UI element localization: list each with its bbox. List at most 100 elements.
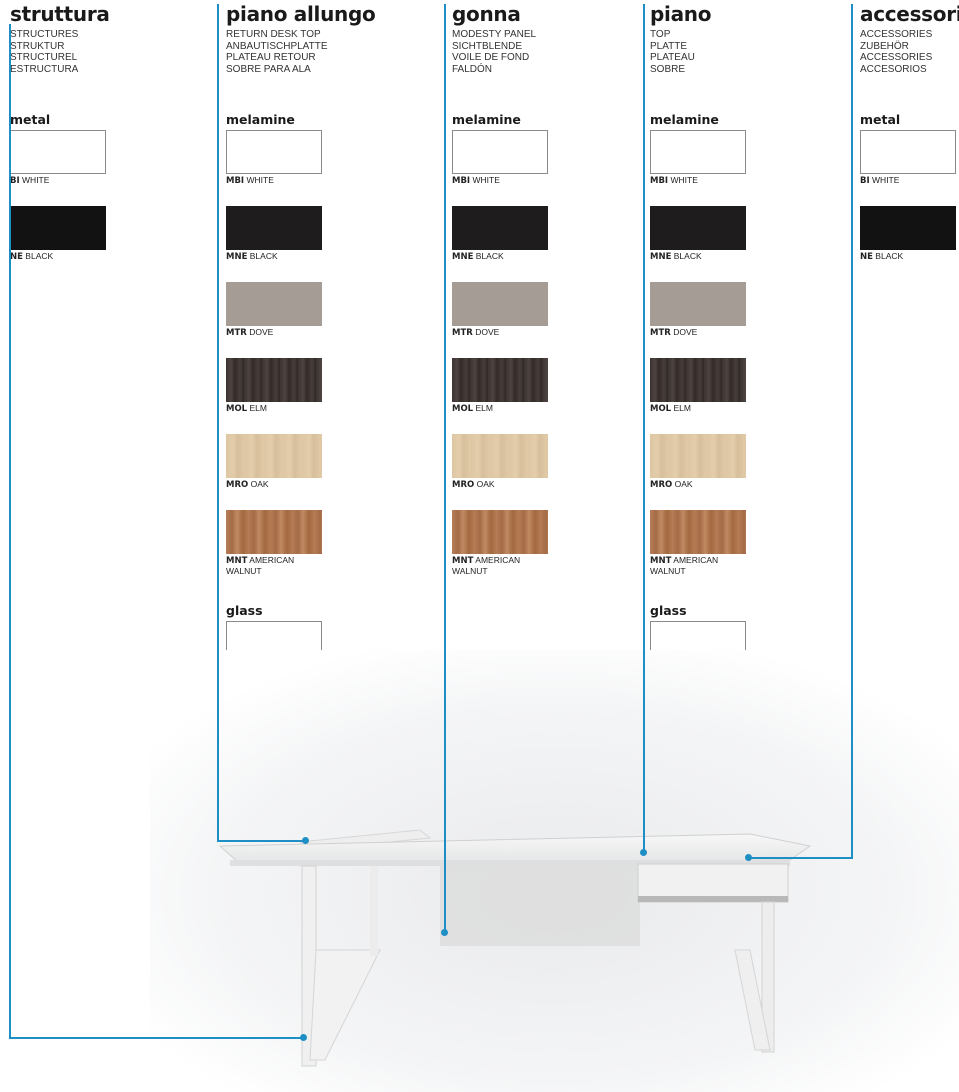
column-title: piano (650, 2, 712, 26)
swatch-name: DOVE (475, 327, 500, 337)
column-translations: RETURN DESK TOP ANBAUTISCHPLATTE PLATEAU R… (226, 29, 416, 75)
swatch-item[interactable]: MBI WHITE (650, 130, 750, 187)
hotspot-struttura[interactable] (300, 1034, 307, 1041)
translation-label: STRUKTUR (10, 40, 65, 52)
connector-gonna (444, 4, 446, 933)
swatch-item[interactable]: MNE BLACK (452, 206, 552, 263)
column-translations: MODESTY PANEL SICHTBLENDE VOILE DE FOND FAL… (452, 29, 642, 75)
swatch-mtr[interactable] (452, 282, 548, 326)
swatch-name: ELM (475, 403, 493, 413)
swatch-item[interactable]: MBI WHITE (452, 130, 552, 187)
material-group-title: glass (226, 603, 263, 618)
swatch-mol[interactable] (650, 358, 746, 402)
swatch-code: MBI (226, 176, 245, 186)
swatch-ne[interactable] (860, 206, 956, 250)
swatch-mne[interactable] (452, 206, 548, 250)
swatch-label: MOL ELM (650, 403, 750, 415)
swatch-code: MRO (650, 480, 673, 490)
column-gonna: gonna MODESTY PANEL SICHTBLENDE VOILE DE FO… (452, 0, 642, 575)
column-title: accessori (860, 2, 959, 26)
swatch-item[interactable]: BI WHITE (10, 130, 110, 187)
swatch-label: MNE BLACK (226, 251, 326, 263)
translation-label: ANBAUTISCHPLATTE (226, 40, 328, 52)
swatch-item[interactable]: MOL ELM (226, 358, 326, 415)
translation-label: STRUCTUREL (10, 52, 78, 63)
swatch-mtr[interactable] (226, 282, 322, 326)
translation-label: ACCESORIOS (860, 63, 927, 75)
column-struttura: struttura STRUCTURES STRUKTUR STRUCTUREL EST… (10, 0, 200, 262)
swatch-item[interactable]: MTR DOVE (226, 282, 326, 339)
swatch-mbi[interactable] (452, 130, 548, 174)
swatch-item[interactable]: MTR DOVE (650, 282, 750, 339)
swatch-item[interactable]: MRO OAK (650, 434, 750, 491)
swatch-bi[interactable] (860, 130, 956, 174)
swatch-code: MNE (650, 252, 672, 262)
translation-label: SICHTBLENDE (452, 40, 523, 52)
swatch-ne[interactable] (10, 206, 106, 250)
swatch-item[interactable]: BI WHITE (860, 130, 959, 187)
swatch-item[interactable]: NE BLACK (10, 206, 110, 263)
translation-label: ACCESSORIES (860, 29, 933, 40)
swatch-name: BLACK (673, 251, 702, 261)
swatch-mol[interactable] (452, 358, 548, 402)
swatch-item[interactable]: MNT AMERICAN WALNUT (226, 510, 326, 576)
swatch-item[interactable]: MNE BLACK (650, 206, 750, 263)
swatch-item[interactable]: NE BLACK (860, 206, 959, 263)
swatch-mnt[interactable] (226, 510, 322, 554)
swatch-label: MRO OAK (226, 479, 326, 491)
swatch-mtr[interactable] (650, 282, 746, 326)
material-group-title: melamine (452, 112, 521, 127)
translation-label: TOP (650, 29, 671, 40)
swatch-name: OAK (674, 479, 693, 489)
swatch-code: MBI (650, 176, 669, 186)
swatch-label: MRO OAK (650, 479, 750, 491)
swatch-name: WHITE (246, 175, 274, 185)
swatch-mnt[interactable] (650, 510, 746, 554)
swatch-label: MOL ELM (226, 403, 326, 415)
swatch-code: MRO (226, 480, 249, 490)
swatch-mne[interactable] (650, 206, 746, 250)
swatch-item[interactable]: MOL ELM (650, 358, 750, 415)
connector-struttura-h (9, 1037, 303, 1039)
swatch-mro[interactable] (650, 434, 746, 478)
connector-piano-allungo (217, 4, 219, 841)
swatch-item[interactable]: MOL ELM (452, 358, 552, 415)
swatch-item[interactable]: MTR DOVE (452, 282, 552, 339)
swatch-name: WHITE (472, 175, 500, 185)
translation-label: MODESTY PANEL (452, 29, 537, 40)
swatch-code: MOL (226, 404, 248, 414)
swatch-mbi[interactable] (226, 130, 322, 174)
hotspot-piano-allungo[interactable] (302, 837, 309, 844)
hotspot-piano[interactable] (640, 849, 647, 856)
swatch-label: MNE BLACK (650, 251, 750, 263)
desk-photo (150, 650, 959, 1092)
swatch-mnt[interactable] (452, 510, 548, 554)
swatch-name: BLACK (25, 251, 54, 261)
swatch-mro[interactable] (226, 434, 322, 478)
column-accessori: accessori ACCESSORIES ZUBEHÖR ACCESSORIES AC… (860, 0, 959, 262)
swatch-item[interactable]: MNT AMERICAN WALNUT (452, 510, 552, 576)
swatch-mro[interactable] (452, 434, 548, 478)
swatch-label: MNT AMERICAN WALNUT (226, 555, 306, 576)
swatch-label: MBI WHITE (452, 175, 552, 187)
swatch-bi[interactable] (10, 130, 106, 174)
swatch-label: MTR DOVE (650, 327, 750, 339)
swatch-item[interactable]: MBI WHITE (226, 130, 326, 187)
swatch-item[interactable]: MNE BLACK (226, 206, 326, 263)
swatch-code: MNT (452, 556, 474, 566)
swatch-label: MTR DOVE (226, 327, 326, 339)
translation-label: PLATEAU (650, 52, 695, 63)
swatch-label: MOL ELM (452, 403, 552, 415)
hotspot-gonna[interactable] (441, 929, 448, 936)
swatch-mol[interactable] (226, 358, 322, 402)
swatch-mbi[interactable] (650, 130, 746, 174)
swatch-item[interactable]: MRO OAK (226, 434, 326, 491)
swatch-code: NE (860, 252, 873, 262)
column-translations: STRUCTURES STRUKTUR STRUCTUREL ESTRUCTURA (10, 29, 200, 75)
swatch-item[interactable]: MRO OAK (452, 434, 552, 491)
swatch-mne[interactable] (226, 206, 322, 250)
swatch-label: MBI WHITE (226, 175, 326, 187)
hotspot-accessori[interactable] (745, 854, 752, 861)
swatch-item[interactable]: MNT AMERICAN WALNUT (650, 510, 750, 576)
swatch-label: NE BLACK (860, 251, 959, 263)
